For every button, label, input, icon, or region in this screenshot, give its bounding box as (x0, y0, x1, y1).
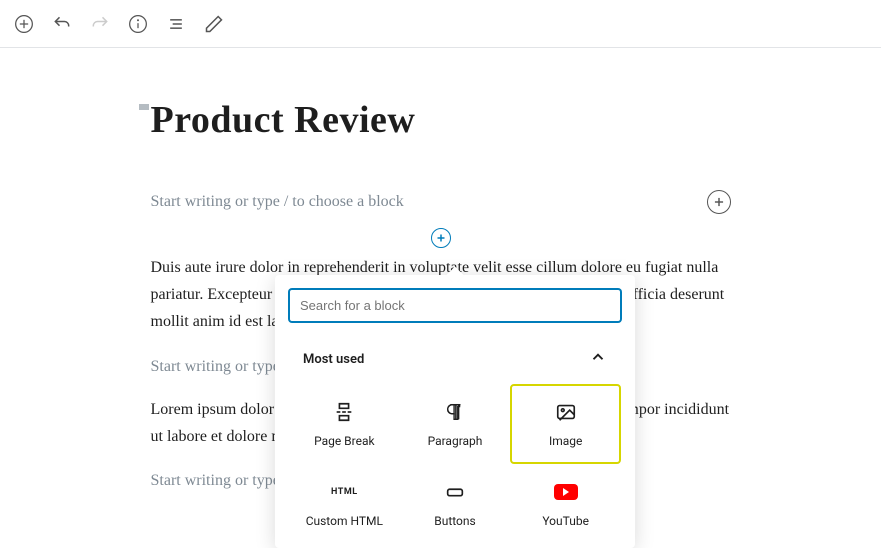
inserter-toggle-button[interactable] (431, 228, 451, 248)
block-label: Paragraph (428, 434, 483, 448)
section-header-most-used[interactable]: Most used (275, 336, 635, 380)
redo-button[interactable] (88, 12, 112, 36)
block-item-paragraph[interactable]: Paragraph (400, 384, 511, 464)
paragraph-icon (443, 400, 467, 424)
section-title: Most used (303, 352, 364, 367)
outline-button[interactable] (164, 12, 188, 36)
empty-block-placeholder[interactable]: Start writing or type / to choose a bloc… (151, 190, 731, 214)
buttons-icon (443, 480, 467, 504)
block-label: Custom HTML (306, 514, 383, 528)
drag-handle-icon[interactable] (139, 104, 149, 110)
page-title[interactable]: Product Review (151, 98, 731, 142)
inserter-trigger-row (151, 228, 731, 248)
image-icon (554, 400, 578, 424)
inline-add-button[interactable] (707, 190, 731, 214)
block-label: Buttons (434, 514, 476, 528)
search-wrap (275, 275, 635, 336)
add-block-button[interactable] (12, 12, 36, 36)
block-item-buttons[interactable]: Buttons (400, 464, 511, 544)
block-item-image[interactable]: Image (510, 384, 621, 464)
page-break-icon (332, 400, 356, 424)
block-search-input[interactable] (289, 289, 621, 322)
placeholder-text: Start writing or type / to choose a bloc… (151, 193, 404, 211)
html-icon: HTML (332, 480, 356, 504)
edit-button[interactable] (202, 12, 226, 36)
block-item-youtube[interactable]: YouTube (510, 464, 621, 544)
block-item-custom-html[interactable]: HTML Custom HTML (289, 464, 400, 544)
undo-button[interactable] (50, 12, 74, 36)
chevron-up-icon (589, 348, 607, 370)
block-inserter-popover: Most used Page Break Paragraph Image HTM (275, 275, 635, 548)
block-label: Page Break (314, 434, 375, 448)
youtube-icon (554, 480, 578, 504)
editor-toolbar (0, 0, 881, 48)
block-label: Image (549, 434, 582, 448)
info-button[interactable] (126, 12, 150, 36)
block-label: YouTube (542, 514, 589, 528)
block-item-page-break[interactable]: Page Break (289, 384, 400, 464)
block-grid: Page Break Paragraph Image HTML Custom H… (275, 380, 635, 548)
